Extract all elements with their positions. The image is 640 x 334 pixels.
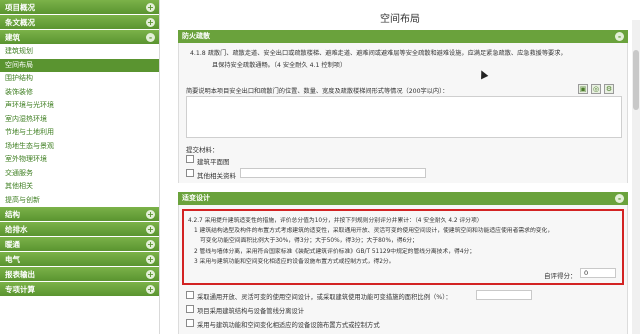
expand-icon[interactable]: + [146,18,155,27]
sidebar-item[interactable]: 装饰装修 [0,85,159,99]
sidebar-group-label: 报表输出 [5,270,35,279]
sidebar-item[interactable]: 节地与土地利用 [0,126,159,140]
collapse-icon[interactable]: - [615,194,624,203]
sidebar-item[interactable]: 场地生态与景观 [0,139,159,153]
self-score-input[interactable]: 0 [580,268,616,278]
expand-icon[interactable]: + [146,255,155,264]
sidebar: 项目概况 + 条文概况 + 建筑 - 建筑规划 空间布局 围护结构 装饰装修 声环境与光… [0,0,160,334]
clause-text: 3 采用与建筑功能和空间变化相适应的设备设施布置方式或控制方式，得2分。 [194,259,395,265]
scrollbar[interactable] [632,20,640,334]
option-label: 采取通用开放、灵活可变的使用空间设计，或采取建筑使用功能可变措施的面积比例（%）… [197,294,452,301]
clause-text: 2 管线与墙体分离，采用符合国家标准《装配式建筑评价标准》GB/T 51129中… [194,249,476,255]
sidebar-group[interactable]: 专项计算 + [0,282,159,297]
section-header-fire-evacuation[interactable]: 防火疏散 - [178,30,628,43]
clause-text: 且保持安全疏散通畅。（4 安全耐久 4.1 控制项） [212,62,347,69]
sidebar-item[interactable]: 交通服务 [0,166,159,180]
page-title: 空间布局 [380,14,420,25]
sidebar-group-clause-overview[interactable]: 条文概况 + [0,15,159,30]
collapse-icon[interactable]: - [146,33,155,42]
self-score-label: 自评得分： [544,272,577,280]
image-icon[interactable]: ▣ [578,84,588,94]
expand-icon[interactable]: + [146,285,155,294]
sidebar-group[interactable]: 电气 + [0,252,159,267]
settings-icon[interactable]: ⚙ [604,84,614,94]
description-prompt: 简要说明本项目安全出口和疏散门的位置、数量、宽度及疏散楼梯间形式等情况（200字… [186,88,449,95]
description-textarea[interactable] [186,96,622,138]
checkbox-other-materials[interactable] [186,169,194,177]
sidebar-group-label: 结构 [5,210,20,219]
sidebar-group-label: 专项计算 [5,285,35,294]
expand-icon[interactable]: + [146,240,155,249]
sidebar-group-label: 电气 [5,255,20,264]
clause-text: 4.1.8 疏散门、疏散走道、安全出口或疏散楼梯、避难走道、避难间或避难层等安全… [190,50,567,57]
gear-icon[interactable]: ◎ [591,84,601,94]
checkbox-flexible-space[interactable] [186,291,194,299]
main-content: 空间布局 防火疏散 - 4.1.8 疏散门、疏散走道、安全出口或疏散楼梯、避难走… [160,0,640,334]
sidebar-group[interactable]: 报表输出 + [0,267,159,282]
option-label: 项目采用建筑结构与设备管线分离设计 [197,308,305,315]
sidebar-group-label: 项目概况 [5,3,35,12]
sidebar-group[interactable]: 暖通 + [0,237,159,252]
sidebar-group-architecture[interactable]: 建筑 - [0,30,159,45]
sidebar-item[interactable]: 声环境与光环境 [0,99,159,113]
expand-icon[interactable]: + [146,270,155,279]
sidebar-item[interactable]: 建筑规划 [0,45,159,59]
other-materials-input[interactable] [240,168,426,178]
sidebar-group-label: 暖通 [5,240,20,249]
section-title: 防火疏散 [182,32,210,40]
clause-text: 可变化功能空间面积比例大于30%，得3分；大于50%，得3分；大于80%，得6分… [200,238,418,244]
toolbar: ▣ ◎ ⚙ [578,84,614,94]
highlighted-clause-box: 4.2.7 采用提升建筑适变性的措施，评价总分值为10分，并按下列规则分别评分并… [182,209,624,285]
checkbox-label: 其他相关资料 [197,172,236,180]
expand-icon[interactable]: + [146,225,155,234]
section-title: 适变设计 [182,194,210,202]
checkbox-label: 建筑平面图 [197,158,230,166]
collapse-icon[interactable]: - [615,32,624,41]
clause-text: 1 建筑结构选型及构件的布置方式考虑建筑的适变性，采取通用开放、灵活可变的使用空… [194,228,554,234]
expand-icon[interactable]: + [146,210,155,219]
sidebar-item[interactable]: 空间布局 [0,58,159,72]
sidebar-group-label: 建筑 [5,33,20,42]
sidebar-item[interactable]: 其他相关 [0,180,159,194]
section-header-adaptive-design[interactable]: 适变设计 - [178,192,628,205]
sidebar-item[interactable]: 提高与创新 [0,193,159,207]
sidebar-item[interactable]: 室内湿热环境 [0,112,159,126]
clause-text: 4.2.7 采用提升建筑适变性的措施，评价总分值为10分，并按下列规则分别评分并… [188,218,483,224]
checkbox-floor-plan[interactable] [186,155,194,163]
option-label: 采用与建筑功能和空间变化相适应的设备设施布置方式或控制方式 [197,322,380,329]
sidebar-group-label: 条文概况 [5,18,35,27]
sidebar-item[interactable]: 室外物理环境 [0,153,159,167]
materials-label: 提交材料： [186,146,219,154]
sidebar-item[interactable]: 围护结构 [0,72,159,86]
scrollbar-thumb[interactable] [633,50,639,110]
area-ratio-input[interactable] [476,290,532,300]
sidebar-group-project-overview[interactable]: 项目概况 + [0,0,159,15]
expand-icon[interactable]: + [146,3,155,12]
checkbox-equipment-layout[interactable] [186,319,194,327]
sidebar-group-label: 给排水 [5,225,28,234]
sidebar-group[interactable]: 结构 + [0,207,159,222]
checkbox-pipeline-separation[interactable] [186,305,194,313]
sidebar-group[interactable]: 给排水 + [0,222,159,237]
